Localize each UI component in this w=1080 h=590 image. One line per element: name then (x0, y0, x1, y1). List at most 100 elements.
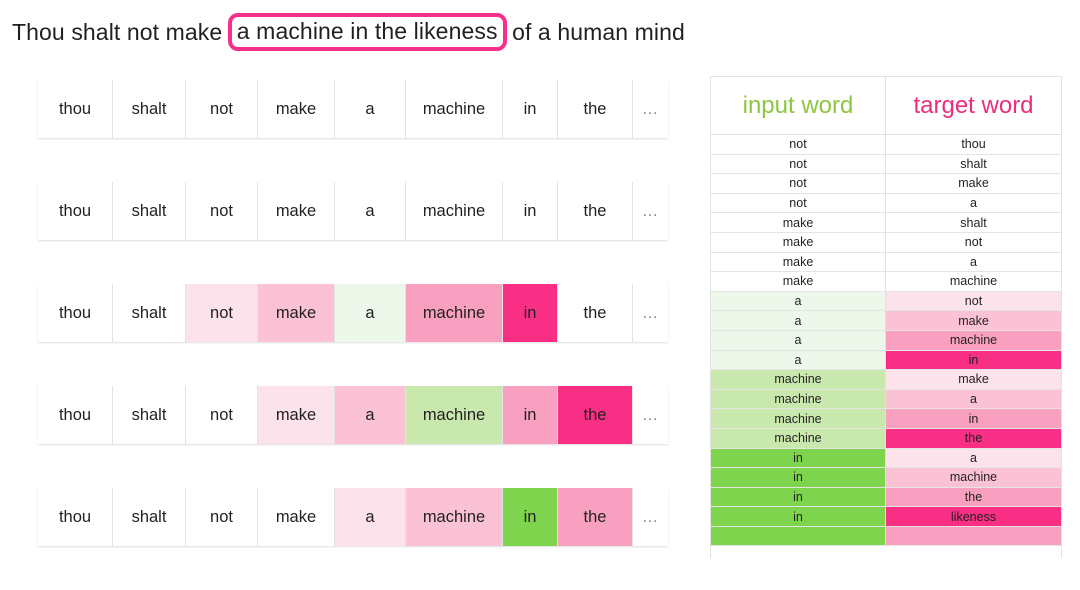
table-cell-input-word: machine (711, 428, 886, 448)
table-cell-input-word: machine (711, 370, 886, 389)
sentence-cell-shalt: shalt (113, 182, 186, 240)
sentence-cell-not: not (186, 284, 258, 342)
sentence-cell-make: make (258, 386, 335, 444)
sentence-cell-a: a (335, 488, 406, 546)
table-header-target-word: target word (913, 91, 1034, 119)
table-cell-input-word: not (711, 193, 886, 213)
table-cell-input-word: make (711, 252, 886, 272)
table-cell-input-word: not (711, 154, 886, 174)
table-cell-input-word: a (711, 311, 886, 330)
table-cell-input-word: a (711, 350, 886, 370)
table-cell-target-word: make (886, 370, 1061, 389)
table-cell-input-word: make (711, 272, 886, 291)
sentence-cell-make: make (258, 284, 335, 342)
table-cell-input-word: not (711, 174, 886, 193)
sentence-cell-in: in (503, 80, 558, 138)
table-header-row: input word target word (711, 77, 1061, 135)
sentence-row: thou shalt not make a machine in the… (38, 80, 668, 138)
sentence-cell-ellipsis: … (633, 182, 668, 240)
table-row: in a (711, 448, 1061, 469)
table-row: in likeness (711, 507, 1061, 527)
sentence-cell-a: a (335, 80, 406, 138)
table-row: machine in (711, 409, 1061, 429)
table-cell-target-word: make (886, 174, 1061, 193)
table-row: machine make (711, 370, 1061, 390)
page-title-prefix: Thou shalt not make (12, 18, 223, 45)
table-cell-target-word: the (886, 428, 1061, 448)
page-title-highlight: a machine in the likeness (227, 13, 507, 51)
sentence-cell-shalt: shalt (113, 80, 186, 138)
table-row: a make (711, 311, 1061, 331)
table-body: not thou not shalt not make not a make shalt make n… (711, 135, 1061, 547)
sentence-cell-make: make (258, 488, 335, 546)
table-header-input-word: input word (711, 77, 886, 134)
page-title: Thou shalt not make a machine in the lik… (12, 12, 685, 52)
table-row: not make (711, 174, 1061, 194)
table-cell-target-word: machine (886, 330, 1061, 350)
table-cell-target-word: make (886, 311, 1061, 330)
table-cell-target-word: shalt (886, 154, 1061, 174)
table-row: make a (711, 252, 1061, 273)
sentence-cell-machine: machine (406, 80, 503, 138)
table-cell-input-word: machine (711, 389, 886, 409)
sentence-rows-panel: thou shalt not make a machine in the… thou shalt n… (38, 80, 668, 590)
sentence-cell-ellipsis: … (633, 284, 668, 342)
sentence-cell-in: in (503, 386, 558, 444)
table-cell-input-word: in (711, 468, 886, 487)
sentence-cell-a: a (335, 386, 406, 444)
table-cell-input-word: not (711, 135, 886, 154)
table-cell-target-word: a (886, 252, 1061, 272)
table-row: not a (711, 193, 1061, 214)
sentence-cell-machine: machine (406, 488, 503, 546)
table-cell-input-word: a (711, 291, 886, 311)
table-row: in the (711, 487, 1061, 508)
sentence-cell-the: the (558, 80, 633, 138)
sentence-row: thou shalt not make a machine in the… (38, 284, 668, 342)
sentence-cell-thou: thou (38, 488, 113, 546)
table-cell-input-word (711, 526, 886, 546)
table-cell-target-word: likeness (886, 507, 1061, 526)
table-cell-target-word: machine (886, 272, 1061, 291)
table-row: a machine (711, 330, 1061, 351)
table-cell-target-word: in (886, 350, 1061, 370)
table-cell-target-word: not (886, 232, 1061, 252)
sentence-cell-not: not (186, 488, 258, 546)
sentence-cell-thou: thou (38, 284, 113, 342)
table-cell-target-word: thou (886, 135, 1061, 154)
sentence-cell-not: not (186, 80, 258, 138)
table-cell-input-word: in (711, 448, 886, 468)
sentence-cell-shalt: shalt (113, 284, 186, 342)
table-row: make not (711, 232, 1061, 253)
sentence-cell-not: not (186, 182, 258, 240)
table-cell-target-word: machine (886, 468, 1061, 487)
sentence-cell-a: a (335, 182, 406, 240)
sentence-cell-shalt: shalt (113, 488, 186, 546)
sentence-cell-ellipsis: … (633, 386, 668, 444)
table-row (711, 526, 1061, 547)
sentence-cell-machine: machine (406, 284, 503, 342)
sentence-cell-make: make (258, 182, 335, 240)
sentence-cell-the: the (558, 182, 633, 240)
sentence-cell-not: not (186, 386, 258, 444)
table-cell-target-word: shalt (886, 213, 1061, 232)
word-pair-table: input word target word not thou not shalt no… (710, 76, 1062, 558)
table-row: a in (711, 350, 1061, 371)
table-cell-input-word: make (711, 213, 886, 232)
sentence-row: thou shalt not make a machine in the… (38, 182, 668, 240)
sentence-cell-thou: thou (38, 80, 113, 138)
table-cell-input-word: in (711, 487, 886, 507)
table-row: not thou (711, 135, 1061, 155)
table-row: machine a (711, 389, 1061, 410)
table-row: in machine (711, 468, 1061, 488)
table-row: make shalt (711, 213, 1061, 233)
sentence-row: thou shalt not make a machine in the… (38, 386, 668, 444)
table-row: a not (711, 291, 1061, 312)
sentence-cell-a: a (335, 284, 406, 342)
sentence-cell-machine: machine (406, 182, 503, 240)
sentence-cell-the: the (558, 488, 633, 546)
sentence-cell-ellipsis: … (633, 80, 668, 138)
table-cell-target-word: not (886, 291, 1061, 311)
sentence-cell-the: the (558, 284, 633, 342)
table-cell-input-word: a (711, 330, 886, 350)
table-cell-target-word: the (886, 487, 1061, 507)
